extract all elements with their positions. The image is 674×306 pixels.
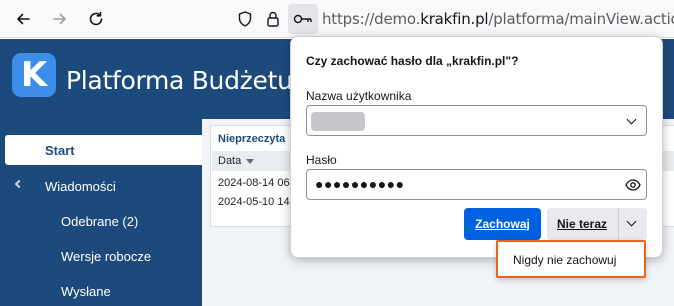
lock-icon[interactable] xyxy=(262,8,284,30)
sidebar-item-messages[interactable]: Wiadomości xyxy=(45,179,116,194)
show-password-eye-icon[interactable] xyxy=(625,178,641,195)
logo-letter: K xyxy=(20,55,48,95)
username-field[interactable] xyxy=(306,105,647,136)
table-row[interactable]: 2024-08-14 06 xyxy=(218,177,290,189)
not-now-label: Nie teraz xyxy=(557,217,608,231)
password-field[interactable]: ●●●●●●●●●● xyxy=(306,169,647,200)
sidebar-item-sent[interactable]: Wysłane xyxy=(61,284,111,299)
chevron-down-icon[interactable] xyxy=(626,216,637,227)
browser-toolbar: https://demo.krakfin.pl/platforma/mainVi… xyxy=(0,0,674,38)
sidebar-item-inbox[interactable]: Odebrane (2) xyxy=(61,214,138,229)
sort-desc-icon[interactable] xyxy=(246,159,254,164)
forward-icon[interactable] xyxy=(49,8,71,30)
password-label: Hasło xyxy=(306,153,337,167)
app-logo[interactable]: K xyxy=(12,53,56,97)
save-button[interactable]: Zachowaj xyxy=(464,208,541,240)
reload-icon[interactable] xyxy=(85,8,107,30)
password-value: ●●●●●●●●●● xyxy=(315,176,405,192)
panel-title: Nieprzeczyta xyxy=(218,133,286,145)
popup-title: Czy zachować hasło dla „krakfin.pl"? xyxy=(306,54,519,68)
save-password-popup: Czy zachować hasło dla „krakfin.pl"? Naz… xyxy=(290,36,663,258)
button-divider xyxy=(618,208,619,240)
username-value-redacted xyxy=(311,112,365,131)
sidebar: Start Wiadomości Odebrane (2) Wersje rob… xyxy=(0,119,202,306)
sidebar-item-drafts[interactable]: Wersje robocze xyxy=(61,249,151,264)
shield-icon[interactable] xyxy=(234,8,256,30)
back-icon[interactable] xyxy=(12,8,34,30)
url-bar[interactable]: https://demo.krakfin.pl/platforma/mainVi… xyxy=(322,10,674,28)
key-icon[interactable] xyxy=(288,4,318,34)
expand-caret-icon[interactable] xyxy=(14,179,24,189)
never-save-menu-item[interactable]: Nigdy nie zachowuj xyxy=(513,253,616,267)
not-now-button[interactable]: Nie teraz xyxy=(547,208,647,240)
not-now-dropdown-menu: Nigdy nie zachowuj xyxy=(496,240,646,278)
table-row[interactable]: 2024-05-10 14 xyxy=(218,196,290,208)
column-date[interactable]: Data xyxy=(218,155,241,167)
chevron-down-icon[interactable] xyxy=(626,114,637,125)
username-label: Nazwa użytkownika xyxy=(306,89,412,103)
sidebar-item-start[interactable]: Start xyxy=(5,135,202,165)
sidebar-item-label: Start xyxy=(45,143,75,158)
